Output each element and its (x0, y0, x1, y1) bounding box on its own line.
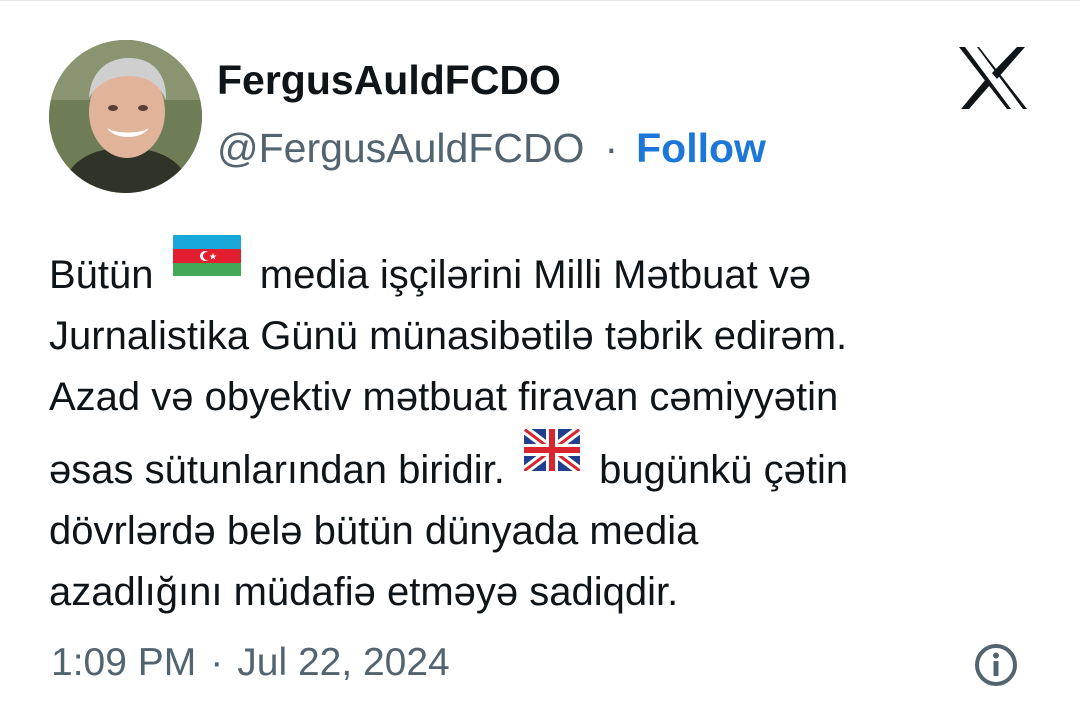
azerbaijan-flag-icon (172, 233, 241, 294)
avatar[interactable] (49, 40, 202, 193)
tweet-line-3: Azad və obyektiv mətbuat firavan cəmiyyə… (49, 375, 839, 419)
tweet-timestamp[interactable]: 1:09 PM · Jul 22, 2024 (51, 641, 450, 685)
tweet-line-4: əsas sütunlarından biridir. bugünkü çəti… (49, 428, 1029, 501)
tweet-text-segment: Bütün (49, 253, 154, 297)
tweet-text-segment: bugünkü çətin (599, 448, 849, 492)
follow-button[interactable]: Follow (636, 125, 766, 172)
display-name[interactable]: FergusAuldFCDO (217, 57, 561, 104)
tweet-line-2: Jurnalistika Günü münasibətilə təbrik ed… (49, 314, 848, 358)
tweet-text-segment: əsas sütunlarından biridir. (49, 448, 505, 492)
tweet-text: Bütün media işçilərini Milli Mətbuat və … (49, 233, 1029, 623)
x-logo-icon[interactable] (957, 45, 1029, 111)
tweet-time: 1:09 PM (51, 641, 197, 684)
handle-row: @FergusAuldFCDO · Follow (217, 125, 766, 172)
tweet-date: Jul 22, 2024 (237, 641, 450, 684)
info-icon[interactable] (973, 642, 1019, 688)
tweet-line-5: dövrlərdə belə bütün dünyada media (49, 509, 699, 553)
tweet-line-1: Bütün media işçilərini Milli Mətbuat və (49, 233, 1029, 306)
tweet-text-segment: media işçilərini Milli Mətbuat və (259, 253, 812, 297)
united-kingdom-flag-icon (523, 428, 580, 489)
tweet-card: FergusAuldFCDO @FergusAuldFCDO · Follow … (0, 0, 1080, 709)
user-handle[interactable]: @FergusAuldFCDO (217, 125, 584, 172)
tweet-line-6: azadlığını müdafiə etməyə sadiqdir. (49, 570, 679, 614)
timestamp-separator: · (210, 641, 224, 684)
avatar-photo (49, 40, 202, 193)
handle-separator: · (604, 125, 619, 171)
